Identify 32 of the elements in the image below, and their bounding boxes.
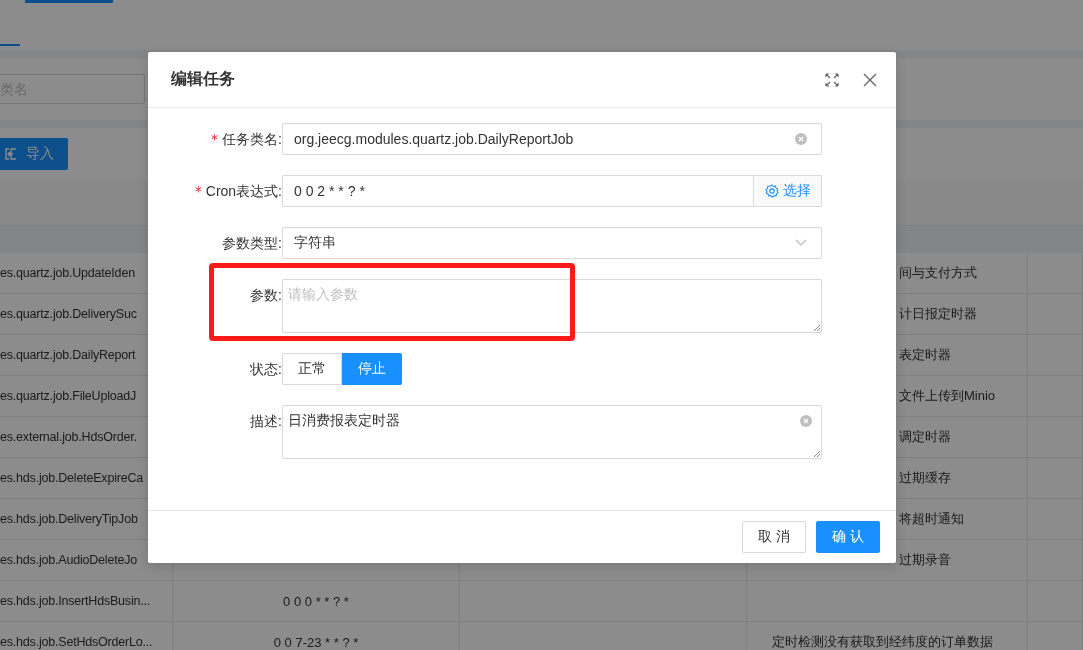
radio-button[interactable]: 正常 xyxy=(282,353,342,385)
settings-icon xyxy=(764,184,779,198)
required-mark: * xyxy=(194,183,202,199)
text-area[interactable]: 日消费报表定时器 xyxy=(282,405,822,459)
cancel-button[interactable]: 取 消 xyxy=(742,521,806,553)
import-icon xyxy=(4,147,18,161)
text-field[interactable]: org.jeecg.modules.quartz.job.DailyReportJob xyxy=(282,123,822,155)
field-label: 任务类名: xyxy=(222,131,282,147)
dialog-title: 编辑任务 xyxy=(171,69,236,89)
close-icon xyxy=(863,72,877,87)
table-cell: es.hds.job.SetHdsOrderLo... xyxy=(0,622,173,650)
table-cell: 0 0 7-23 * * ? * xyxy=(173,622,460,650)
table-cell: 定时检测没有获取到经纬度的订单数据 xyxy=(747,622,1028,650)
field-label: 参数: xyxy=(250,287,282,303)
resize-handle-icon xyxy=(813,450,820,457)
clear-icon xyxy=(800,415,812,427)
text-field[interactable]: 0 0 2 * * ? * xyxy=(282,175,754,207)
table-cell: 0 0 0 * * ? * xyxy=(173,581,460,621)
required-mark: * xyxy=(211,131,219,147)
close-button[interactable] xyxy=(862,71,878,88)
resize-handle-icon xyxy=(813,324,820,331)
field-label: Cron表达式: xyxy=(205,183,282,199)
field-label: 参数类型: xyxy=(222,235,282,251)
tab-underline xyxy=(0,44,20,46)
chevron-down-icon xyxy=(795,239,807,247)
expand-icon xyxy=(825,72,839,87)
field-label: 描述: xyxy=(250,413,282,429)
field-label: 状态: xyxy=(250,361,282,377)
dropdown[interactable]: 字符串 xyxy=(282,227,822,259)
clear-icon xyxy=(795,133,807,145)
fullscreen-button[interactable] xyxy=(824,71,840,88)
table-cell: es.hds.job.InsertHdsBusin... xyxy=(0,581,173,621)
